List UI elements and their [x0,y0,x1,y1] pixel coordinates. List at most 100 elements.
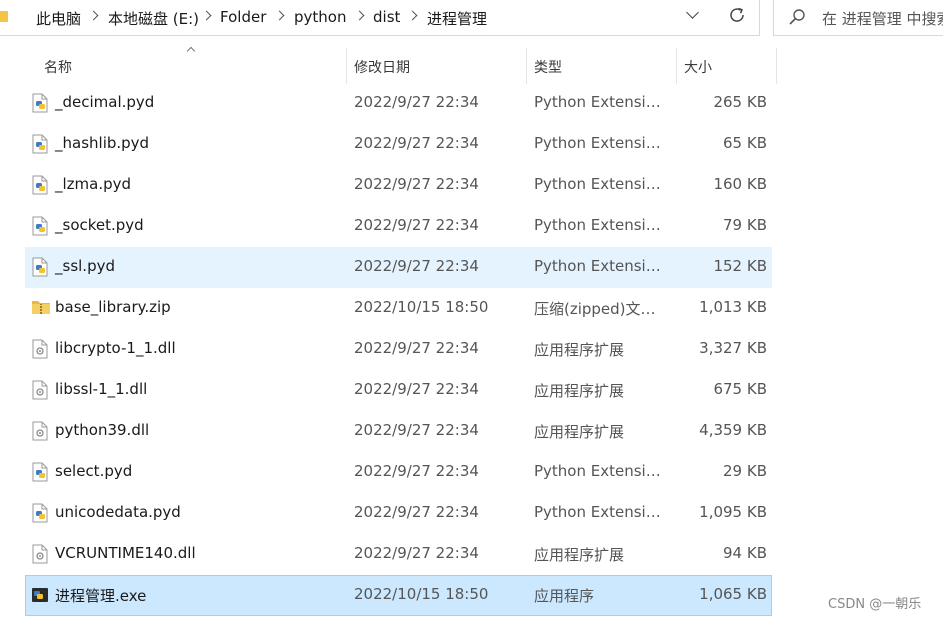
breadcrumb-separator-icon[interactable] [356,9,364,23]
file-type: Python Extension Module [534,503,669,521]
breadcrumb-dist[interactable]: dist [373,8,400,26]
file-name: _hashlib.pyd [55,134,150,152]
file-row[interactable]: _hashlib.pyd 2022/9/27 22:34 Python Extens… [25,124,772,165]
file-name: _ssl.pyd [55,257,115,275]
exe-file-icon [31,585,49,605]
file-name: libssl-1_1.dll [55,380,148,398]
file-row[interactable]: _socket.pyd 2022/9/27 22:34 Python Extensi… [25,206,772,247]
file-size: 65 KB [723,134,767,152]
file-size: 4,359 KB [699,421,767,439]
file-name: _decimal.pyd [55,93,155,111]
file-date: 2022/9/27 22:34 [354,380,479,398]
breadcrumb-separator-icon[interactable] [276,9,284,23]
file-row[interactable]: base_library.zip 2022/10/15 18:50 压缩(zippe… [25,288,772,329]
file-size: 675 KB [713,380,767,398]
dll-file-icon [31,421,49,441]
file-name: base_library.zip [55,298,171,316]
file-size: 94 KB [723,544,767,562]
python-file-icon [31,503,49,523]
breadcrumb-separator-icon[interactable] [409,9,417,23]
file-size: 152 KB [713,257,767,275]
dll-file-icon [31,380,49,400]
python-file-icon [31,93,49,113]
file-type: Python Extension Module [534,216,669,234]
file-row[interactable]: _decimal.pyd 2022/9/27 22:34 Python Extens… [25,83,772,124]
breadcrumb-current-folder[interactable]: 进程管理 [427,8,487,29]
column-header-date-label: 修改日期 [354,60,410,76]
chevron-down-icon[interactable] [686,7,702,23]
file-row[interactable]: _lzma.pyd 2022/9/27 22:34 Python Extension… [25,165,772,206]
file-date: 2022/9/27 22:34 [354,544,479,562]
python-file-icon [31,175,49,195]
file-type: Python Extension Module [534,257,669,275]
breadcrumb-separator-icon[interactable] [90,9,98,23]
breadcrumb-folder[interactable]: Folder [220,8,266,26]
file-row[interactable]: VCRUNTIME140.dll 2022/9/27 22:34 应用程序扩展 94 … [25,534,772,575]
file-row[interactable]: python39.dll 2022/9/27 22:34 应用程序扩展 4,359 K… [25,411,772,452]
file-size: 3,327 KB [699,339,767,357]
refresh-icon[interactable] [727,5,747,25]
search-box[interactable]: 在 进程管理 中搜索 [773,0,943,36]
file-size: 1,065 KB [699,585,767,603]
file-date: 2022/9/27 22:34 [354,503,479,521]
address-bar[interactable]: 此电脑 本地磁盘 (E:) Folder python dist 进程管理 [0,0,760,36]
file-name: python39.dll [55,421,150,439]
search-input[interactable]: 在 进程管理 中搜索 [822,8,943,29]
file-date: 2022/9/27 22:34 [354,134,479,152]
file-row[interactable]: 进程管理.exe 2022/10/15 18:50 应用程序 1,065 KB [25,575,772,616]
dll-file-icon [31,339,49,359]
file-name: 进程管理.exe [55,587,147,605]
file-row[interactable]: select.pyd 2022/9/27 22:34 Python Extensio… [25,452,772,493]
file-row[interactable]: libssl-1_1.dll 2022/9/27 22:34 应用程序扩展 675 K… [25,370,772,411]
file-date: 2022/9/27 22:34 [354,93,479,111]
file-type: 应用程序扩展 [534,341,625,359]
file-date: 2022/10/15 18:50 [354,585,489,603]
file-type: 应用程序扩展 [534,423,625,441]
file-date: 2022/9/27 22:34 [354,339,479,357]
python-file-icon [31,462,49,482]
python-file-icon [31,257,49,277]
file-type: Python Extension Module [534,175,669,193]
column-header-type-label: 类型 [534,60,562,76]
breadcrumb-python[interactable]: python [294,8,346,26]
file-size: 79 KB [723,216,767,234]
search-icon [788,8,806,26]
file-date: 2022/9/27 22:34 [354,216,479,234]
file-size: 1,013 KB [699,298,767,316]
breadcrumb-drive-e[interactable]: 本地磁盘 (E:) [108,8,199,29]
file-name: libcrypto-1_1.dll [55,339,176,357]
file-name: _socket.pyd [55,216,144,234]
python-file-icon [31,134,49,154]
file-date: 2022/10/15 18:50 [354,298,489,316]
column-header-type[interactable]: 类型 [527,50,677,84]
file-date: 2022/9/27 22:34 [354,175,479,193]
file-type: 压缩(zipped)文件夹 [534,300,669,318]
column-header-size[interactable]: 大小 [677,50,777,84]
folder-icon [0,11,8,22]
file-type: Python Extension Module [534,93,669,111]
file-type: 应用程序 [534,587,595,605]
column-header-name-label: 名称 [44,60,72,76]
watermark: CSDN @一朝乐 [828,597,922,612]
breadcrumb-separator-icon[interactable] [203,9,211,23]
file-name: _lzma.pyd [55,175,132,193]
file-row[interactable]: libcrypto-1_1.dll 2022/9/27 22:34 应用程序扩展 3,… [25,329,772,370]
file-type: Python Extension Module [534,462,669,480]
file-row[interactable]: _ssl.pyd 2022/9/27 22:34 Python Extension … [25,247,772,288]
dll-file-icon [31,544,49,564]
file-name: VCRUNTIME140.dll [55,544,196,562]
file-row[interactable]: unicodedata.pyd 2022/9/27 22:34 Python Ext… [25,493,772,534]
file-size: 29 KB [723,462,767,480]
file-list: _decimal.pyd 2022/9/27 22:34 Python Extens… [25,83,772,616]
file-date: 2022/9/27 22:34 [354,421,479,439]
file-size: 265 KB [713,93,767,111]
file-type: Python Extension Module [534,134,669,152]
file-name: select.pyd [55,462,133,480]
file-size: 1,095 KB [699,503,767,521]
column-header-date[interactable]: 修改日期 [347,50,527,84]
column-divider[interactable] [776,48,777,84]
breadcrumb-this-pc[interactable]: 此电脑 [36,8,81,29]
zip-folder-icon [31,298,50,318]
column-header-name[interactable]: 名称 [25,50,347,84]
column-header-size-label: 大小 [684,60,712,76]
